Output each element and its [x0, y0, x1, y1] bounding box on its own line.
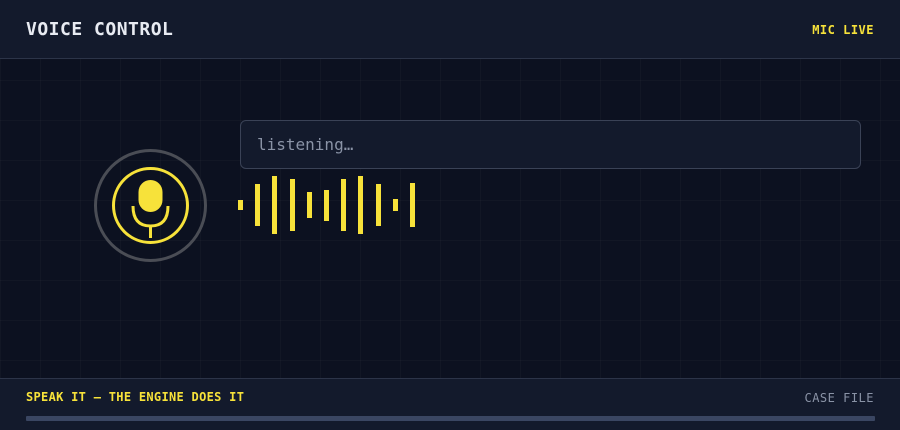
waveform-bar — [272, 175, 278, 235]
voice-waveform — [236, 172, 426, 238]
waveform-bar — [341, 179, 347, 231]
waveform-bar — [255, 184, 261, 226]
transcript-input[interactable] — [240, 120, 861, 169]
case-file-link[interactable]: CASE FILE — [804, 391, 874, 405]
waveform-bar — [410, 183, 415, 227]
app-title: VOICE CONTROL — [26, 19, 174, 40]
voice-control-screen: VOICE CONTROL MIC LIVE SPEAK IT — THE EN… — [0, 0, 900, 430]
tagline: SPEAK IT — THE ENGINE DOES IT — [26, 390, 245, 404]
microphone-button[interactable] — [94, 149, 207, 262]
waveform-bar — [306, 191, 312, 218]
header-bar: VOICE CONTROL MIC LIVE — [0, 0, 900, 59]
waveform-bar — [324, 189, 329, 221]
progress-track — [26, 416, 875, 421]
footer-bar: SPEAK IT — THE ENGINE DOES IT CASE FILE — [0, 378, 900, 430]
microphone-icon — [112, 167, 189, 244]
waveform-bar — [392, 199, 398, 211]
mic-live-status: MIC LIVE — [812, 23, 874, 37]
waveform-bar — [375, 184, 381, 226]
waveform-bar — [358, 175, 364, 235]
waveform-bar — [238, 199, 243, 211]
waveform-bar — [289, 179, 295, 231]
